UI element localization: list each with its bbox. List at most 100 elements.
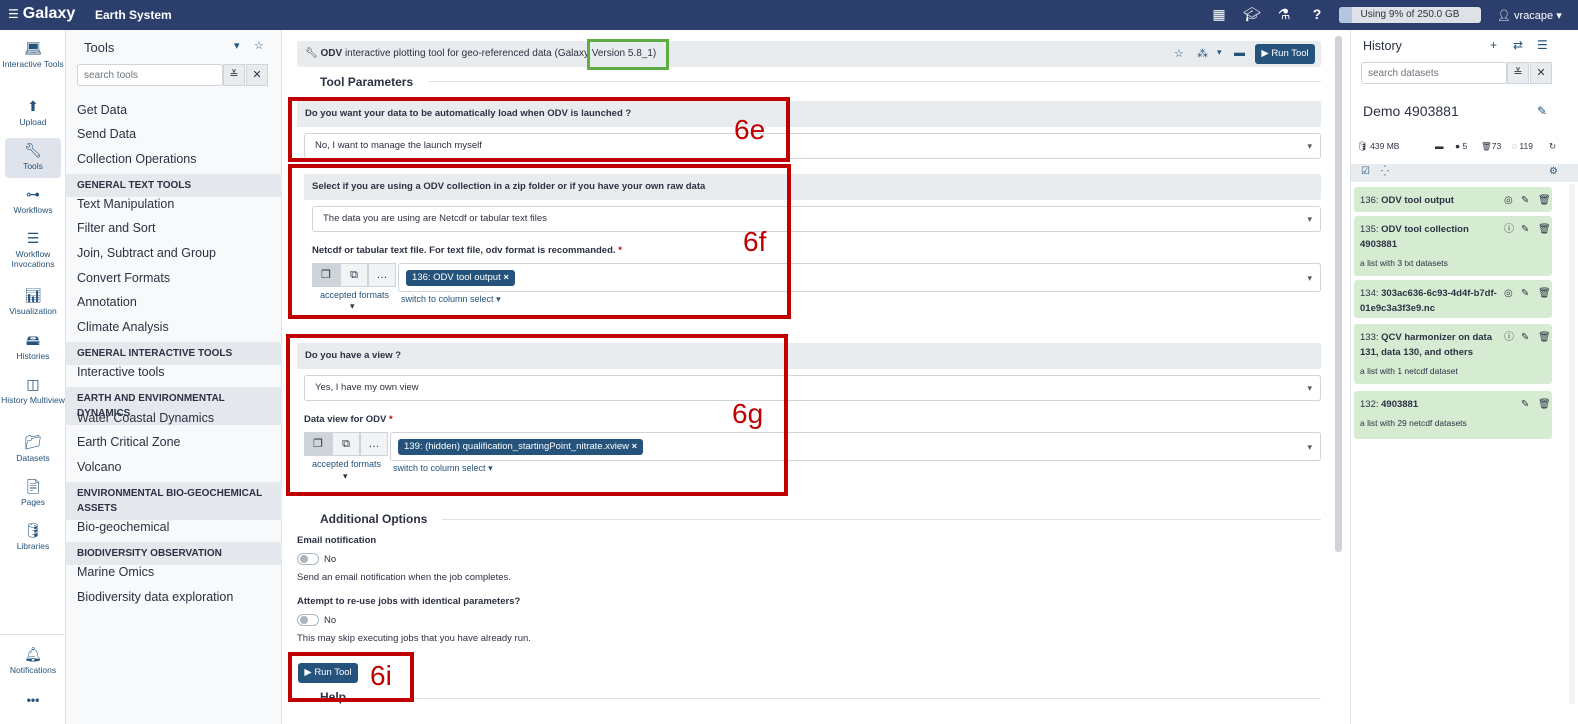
email-help-text: Send an email notification when the job … <box>297 572 511 583</box>
tool-item[interactable]: Marine Omics <box>77 565 154 579</box>
hdd-icon[interactable]: ▬ <box>1435 141 1444 151</box>
help-icon[interactable]: ? <box>1307 6 1327 22</box>
visualize-icon[interactable]: ◎ <box>1504 286 1513 301</box>
reuse-toggle[interactable] <box>297 614 319 626</box>
advanced-search-icon[interactable]: ≚ <box>223 64 245 86</box>
tool-item[interactable]: Send Data <box>77 127 136 141</box>
collapse-icon[interactable]: ⁛ <box>1381 166 1389 177</box>
activity-upload[interactable]: ⬆ Upload <box>0 98 66 127</box>
caret-down-icon: ▾ <box>1307 141 1312 151</box>
tool-item[interactable]: Text Manipulation <box>77 197 174 211</box>
pencil-icon[interactable]: ✎ <box>1537 104 1547 118</box>
tool-item[interactable]: Collection Operations <box>77 152 197 166</box>
activity-pages[interactable]: 📄︎ Pages <box>0 478 66 507</box>
history-item[interactable]: 134: 303ac636-6c93-4d4f-b7df-01e9c3a3f3e… <box>1354 280 1552 318</box>
history-size[interactable]: 439 MB <box>1370 141 1399 151</box>
tool-header: 🔧︎ ODV interactive plotting tool for geo… <box>297 41 1321 67</box>
map-marker-icon[interactable]: ● 5 <box>1455 141 1467 151</box>
activity-libraries[interactable]: 🛢︎ Libraries <box>0 522 66 551</box>
hdd-icon[interactable]: ▬ <box>1234 47 1245 59</box>
activity-datasets[interactable]: 📁︎ Datasets <box>0 434 66 463</box>
history-item[interactable]: 132: 4903881 a list with 29 netcdf datase… <box>1354 391 1552 439</box>
trash-icon[interactable]: 🗑︎ <box>1538 193 1551 208</box>
pencil-icon[interactable]: ✎ <box>1521 330 1529 345</box>
panel-title: Tools <box>84 40 115 55</box>
visualize-icon[interactable]: ◎ <box>1504 193 1513 208</box>
clear-search-icon[interactable]: ✕ <box>1530 62 1552 84</box>
tool-section-header[interactable]: GENERAL INTERACTIVE TOOLS <box>66 342 282 365</box>
menu-icon[interactable]: ☰ <box>1537 38 1548 52</box>
tool-item[interactable]: Climate Analysis <box>77 320 169 334</box>
gear-icon[interactable]: ⚙ <box>1549 166 1558 177</box>
pencil-icon[interactable]: ✎ <box>1521 397 1529 412</box>
history-item[interactable]: 133: QCV harmonizer on data 131, data 13… <box>1354 324 1552 384</box>
trash-icon[interactable]: 🗑︎ <box>1538 330 1551 345</box>
star-icon[interactable]: ☆ <box>254 39 264 52</box>
tool-item[interactable]: Annotation <box>77 295 137 309</box>
history-name[interactable]: Demo 4903881 <box>1363 103 1459 119</box>
trash-icon[interactable]: 🗑︎ <box>1538 397 1551 412</box>
additional-options-heading: Additional Options <box>320 512 428 526</box>
activity-workflow-invocations[interactable]: ☰ Workflow Invocations <box>0 230 66 269</box>
tool-item[interactable]: Join, Subtract and Group <box>77 246 216 260</box>
toggle-knob <box>300 555 308 563</box>
graduation-cap-icon[interactable]: 🎓︎ <box>1242 6 1262 23</box>
history-search-input[interactable]: search datasets <box>1361 62 1507 84</box>
tool-item[interactable]: Interactive tools <box>77 365 165 379</box>
tool-item[interactable]: Convert Formats <box>77 271 170 285</box>
grid-icon[interactable]: ▦ <box>1209 6 1229 23</box>
switch-icon[interactable]: ⇄ <box>1513 38 1523 52</box>
plus-icon[interactable]: + <box>1490 38 1497 52</box>
trash-icon[interactable]: 🗑︎73 <box>1481 141 1501 152</box>
user-icon: 👤︎ <box>1497 10 1511 22</box>
tool-item[interactable]: Earth Critical Zone <box>77 435 181 449</box>
pencil-icon[interactable]: ✎ <box>1521 222 1529 237</box>
tool-item[interactable]: Bio-geochemical <box>77 520 169 534</box>
tool-item[interactable]: Volcano <box>77 460 121 474</box>
tool-item[interactable]: Water Coastal Dynamics <box>77 411 214 425</box>
tool-section-header[interactable]: ENVIRONMENTAL BIO-GEOCHEMICAL ASSETS <box>66 482 282 520</box>
activity-more[interactable]: ••• <box>0 694 66 706</box>
divider <box>0 634 66 635</box>
activity-visualization[interactable]: 📊︎ Visualization <box>0 287 66 316</box>
run-tool-button-top[interactable]: ▶ Run Tool <box>1255 44 1315 64</box>
email-toggle[interactable] <box>297 553 319 565</box>
scrollbar[interactable] <box>1335 36 1342 552</box>
info-icon[interactable]: ⓘ <box>1504 222 1514 237</box>
info-icon[interactable]: ⓘ <box>1504 330 1514 345</box>
select-all-icon[interactable]: ☑ <box>1361 166 1370 177</box>
tool-item[interactable]: Get Data <box>77 103 127 117</box>
tool-section-header[interactable]: BIODIVERSITY OBSERVATION <box>66 542 282 565</box>
galaxy-logo[interactable]: ☰ Galaxy <box>8 5 75 23</box>
refresh-icon[interactable]: ↻ <box>1549 141 1556 152</box>
tool-item[interactable]: Biodiversity data exploration <box>77 590 233 604</box>
caret-down-icon[interactable]: ▾ <box>1217 47 1222 58</box>
quota-meter[interactable]: Using 9% of 250.0 GB <box>1339 7 1481 23</box>
eye-slash-icon[interactable]: ◌ 119 <box>1512 141 1533 151</box>
trash-icon[interactable]: 🗑︎ <box>1538 222 1551 237</box>
tool-section-header[interactable]: GENERAL TEXT TOOLS <box>66 174 282 197</box>
pencil-icon[interactable]: ✎ <box>1521 193 1529 208</box>
advanced-search-icon[interactable]: ≚ <box>1507 62 1529 84</box>
activity-notifications[interactable]: 🔔︎ Notifications <box>0 646 66 675</box>
scrollbar[interactable] <box>1569 184 1575 704</box>
activity-interactive-tools[interactable]: 💻︎ Interactive Tools <box>0 40 66 69</box>
user-menu[interactable]: 👤︎ vracape ▾ <box>1497 9 1562 22</box>
caret-down-icon[interactable]: ▾ <box>234 39 240 52</box>
site-name[interactable]: Earth System <box>95 8 172 22</box>
pencil-icon[interactable]: ✎ <box>1521 286 1529 301</box>
star-icon[interactable]: ☆ <box>1174 47 1184 60</box>
activity-label: Tools <box>23 161 43 171</box>
tool-search-input[interactable]: search tools <box>77 64 223 86</box>
trash-icon[interactable]: 🗑︎ <box>1538 286 1551 301</box>
activity-tools[interactable]: 🔧︎ Tools <box>5 138 61 178</box>
activity-histories[interactable]: 🖴 Histories <box>0 332 66 361</box>
history-item[interactable]: 136: ODV tool output ◎ ✎ 🗑︎ <box>1354 187 1552 212</box>
clear-search-icon[interactable]: ✕ <box>246 64 268 86</box>
share-icon[interactable]: ⁂ <box>1197 47 1208 60</box>
tool-item[interactable]: Filter and Sort <box>77 221 156 235</box>
activity-workflows[interactable]: ⊶ Workflows <box>0 186 66 215</box>
activity-history-multiview[interactable]: ◫ History Multiview <box>0 376 66 405</box>
flask-icon[interactable]: ⚗ <box>1274 6 1294 23</box>
history-item[interactable]: 135: ODV tool collection 4903881 a list w… <box>1354 216 1552 276</box>
